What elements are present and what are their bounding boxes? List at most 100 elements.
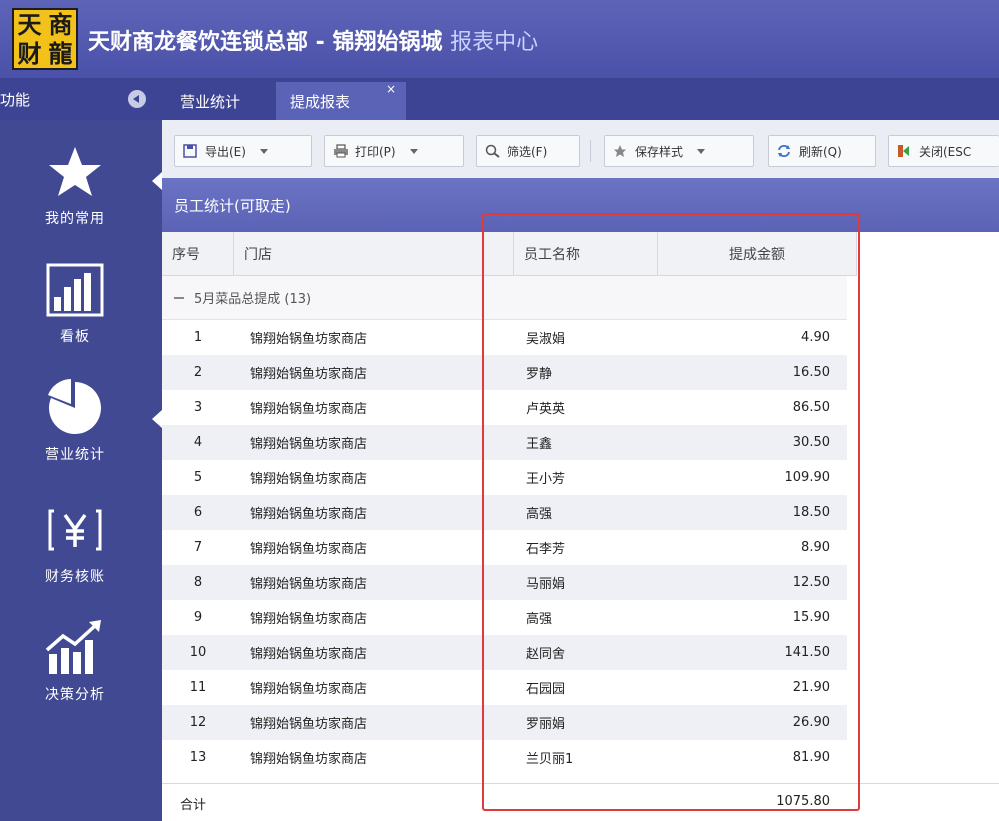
cell-store: 锦翔始锅鱼坊家商店 xyxy=(250,682,368,697)
column-header-label: 提成金额 xyxy=(729,247,785,263)
cell-amount: 21.90 xyxy=(792,680,830,695)
sidebar-item-dashboard[interactable]: 看板 xyxy=(0,260,150,360)
cell-amount: 30.50 xyxy=(792,435,830,450)
sidebar-item-label: 看板 xyxy=(60,329,90,345)
column-header-store[interactable]: 门店 xyxy=(234,232,514,276)
cell-employee: 吴淑娟 xyxy=(526,332,566,347)
panel-title: 员工统计(可取走) xyxy=(174,196,291,215)
logo-char: 财 xyxy=(17,38,42,68)
save-style-button[interactable]: 保存样式 xyxy=(604,135,754,167)
star-icon xyxy=(613,144,629,158)
star-icon xyxy=(45,142,105,202)
chevron-down-icon[interactable] xyxy=(697,148,706,154)
cell-employee: 高强 xyxy=(526,507,553,522)
table-row[interactable]: 4 锦翔始锅鱼坊家商店 王鑫 30.50 xyxy=(162,425,847,460)
chevron-down-icon[interactable] xyxy=(259,148,268,154)
cell-no: 2 xyxy=(193,365,203,380)
cell-amount: 4.90 xyxy=(801,330,830,345)
export-button[interactable]: 导出(E) xyxy=(174,135,312,167)
table-row[interactable]: 9 锦翔始锅鱼坊家商店 高强 15.90 xyxy=(162,600,847,635)
cell-employee: 王小芳 xyxy=(526,472,566,487)
table-row[interactable]: 2 锦翔始锅鱼坊家商店 罗静 16.50 xyxy=(162,355,847,390)
table-row[interactable]: 11 锦翔始锅鱼坊家商店 石园园 21.90 xyxy=(162,670,847,705)
app-title: 天财商龙餐饮连锁总部 - 锦翔始锅城 报表中心 xyxy=(88,24,538,56)
sidebar-item-favorites[interactable]: 我的常用 xyxy=(0,142,150,242)
cell-employee: 罗丽娟 xyxy=(526,717,566,732)
bar-chart-icon xyxy=(45,260,105,320)
app-title-main: 天财商龙餐饮连锁总部 - 锦翔始锅城 xyxy=(88,30,443,55)
cell-amount: 86.50 xyxy=(792,400,830,415)
sidebar-item-label: 营业统计 xyxy=(45,447,105,463)
collapse-group-icon[interactable] xyxy=(174,296,184,299)
toolbar: 导出(E) 打印(P) 筛选(F) 保存样式 刷新(Q) 关闭(ESC xyxy=(162,120,999,178)
column-header-employee[interactable]: 员工名称 xyxy=(514,232,658,276)
cell-amount: 8.90 xyxy=(801,540,830,555)
cell-amount: 81.90 xyxy=(792,750,830,765)
cell-employee: 高强 xyxy=(526,612,553,627)
export-label: 导出(E) xyxy=(205,144,246,159)
table-row[interactable]: 3 锦翔始锅鱼坊家商店 卢英英 86.50 xyxy=(162,390,847,425)
close-report-button[interactable]: 关闭(ESC xyxy=(888,135,999,167)
summary-total: 1075.80 xyxy=(776,794,830,809)
cell-store: 锦翔始锅鱼坊家商店 xyxy=(250,717,368,732)
table-row[interactable]: 13 锦翔始锅鱼坊家商店 兰贝丽1 81.90 xyxy=(162,740,847,775)
refresh-icon xyxy=(777,144,793,158)
cell-employee: 石李芳 xyxy=(526,542,566,557)
table-row[interactable]: 1 锦翔始锅鱼坊家商店 吴淑娟 4.90 xyxy=(162,320,847,355)
column-header-amount[interactable]: 提成金额 xyxy=(658,232,857,276)
filter-label: 筛选(F) xyxy=(507,144,548,159)
table-header: 序号 门店 员工名称 提成金额 xyxy=(162,232,857,276)
table-row[interactable]: 12 锦翔始锅鱼坊家商店 罗丽娟 26.90 xyxy=(162,705,847,740)
cell-no: 4 xyxy=(193,435,203,450)
table-row[interactable]: 5 锦翔始锅鱼坊家商店 王小芳 109.90 xyxy=(162,460,847,495)
refresh-button[interactable]: 刷新(Q) xyxy=(768,135,876,167)
trend-chart-icon xyxy=(45,618,105,678)
cell-employee: 王鑫 xyxy=(526,437,553,452)
save-style-label: 保存样式 xyxy=(635,144,684,159)
sidebar-pointer xyxy=(152,172,162,190)
summary-label: 合计 xyxy=(180,798,207,813)
tab-label: 提成报表 xyxy=(290,92,351,111)
refresh-label: 刷新(Q) xyxy=(799,144,842,159)
tab-close-icon[interactable]: × xyxy=(386,82,396,96)
cell-store: 锦翔始锅鱼坊家商店 xyxy=(250,472,368,487)
group-row[interactable]: 5月菜品总提成 (13) xyxy=(162,276,847,320)
sidebar-header: 功能 xyxy=(0,78,162,120)
logo-char: 天 xyxy=(17,9,42,39)
column-header-no[interactable]: 序号 xyxy=(162,232,234,276)
collapse-sidebar-icon[interactable] xyxy=(128,90,146,108)
cell-no: 13 xyxy=(189,750,207,765)
cell-employee: 马丽娟 xyxy=(526,577,566,592)
table-row[interactable]: 8 锦翔始锅鱼坊家商店 马丽娟 12.50 xyxy=(162,565,847,600)
export-icon xyxy=(183,144,199,158)
cell-amount: 109.90 xyxy=(784,470,831,485)
toolbar-divider xyxy=(590,140,591,162)
cell-store: 锦翔始锅鱼坊家商店 xyxy=(250,402,368,417)
cell-no: 12 xyxy=(189,715,207,730)
cell-amount: 15.90 xyxy=(792,610,830,625)
cell-store: 锦翔始锅鱼坊家商店 xyxy=(250,507,368,522)
cell-store: 锦翔始锅鱼坊家商店 xyxy=(250,647,368,662)
cell-no: 3 xyxy=(193,400,203,415)
tab-business-stats[interactable]: 营业统计 xyxy=(166,82,254,120)
cell-store: 锦翔始锅鱼坊家商店 xyxy=(250,612,368,627)
cell-store: 锦翔始锅鱼坊家商店 xyxy=(250,332,368,347)
cell-employee: 卢英英 xyxy=(526,402,566,417)
table-row[interactable]: 10 锦翔始锅鱼坊家商店 赵同舍 141.50 xyxy=(162,635,847,670)
group-label: 5月菜品总提成 (13) xyxy=(194,292,312,307)
sidebar-item-decision[interactable]: 决策分析 xyxy=(0,618,150,718)
filter-button[interactable]: 筛选(F) xyxy=(476,135,580,167)
table-row[interactable]: 6 锦翔始锅鱼坊家商店 高强 18.50 xyxy=(162,495,847,530)
sidebar-item-finance[interactable]: 财务核账 xyxy=(0,500,150,600)
cell-employee: 石园园 xyxy=(526,682,566,697)
cell-store: 锦翔始锅鱼坊家商店 xyxy=(250,542,368,557)
sidebar-item-business-stats[interactable]: 营业统计 xyxy=(0,378,150,478)
chevron-down-icon[interactable] xyxy=(409,148,418,154)
logo-char: 商 xyxy=(48,9,73,39)
cell-no: 7 xyxy=(193,540,203,555)
column-header-label: 员工名称 xyxy=(524,247,580,263)
sidebar-item-label: 决策分析 xyxy=(45,687,105,703)
table-row[interactable]: 7 锦翔始锅鱼坊家商店 石李芳 8.90 xyxy=(162,530,847,565)
print-label: 打印(P) xyxy=(355,144,396,159)
print-button[interactable]: 打印(P) xyxy=(324,135,464,167)
